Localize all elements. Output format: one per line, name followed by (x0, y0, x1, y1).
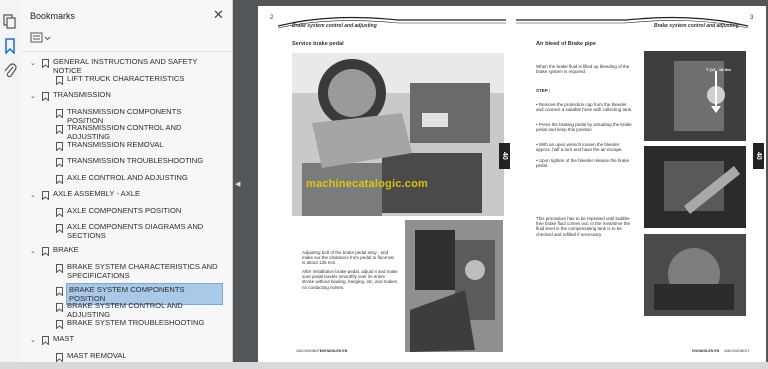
chevron-down-icon[interactable]: ⌄ (30, 191, 38, 199)
attachment-icon[interactable] (3, 63, 19, 79)
bookmark-label: TRANSMISSION REMOVAL (67, 139, 164, 149)
footer-right: HOHANN-EN EN (320, 349, 348, 353)
bookmark-item[interactable]: BRAKE SYSTEM CONTROL AND ADJUSTING (22, 300, 224, 319)
bookmark-flag-icon (56, 125, 63, 135)
bookmark-label: BRAKE SYSTEM CHARACTERISTICS AND SPECIFI… (67, 261, 218, 280)
bookmark-group[interactable]: ⌄ GENERAL INSTRUCTIONS AND SAFETY NOTICE (22, 56, 224, 75)
section-title: Air bleed of Brake pipe (536, 41, 596, 47)
footer-left: 4061/0/UNNN71 (296, 349, 322, 353)
bookmark-label: TRANSMISSION TROUBLESHOOTING (67, 156, 204, 165)
bookmark-flag-icon (42, 59, 49, 69)
closing-text: This procedure has to be repeated until … (536, 216, 631, 237)
body-text-2: After installation brake pedal, adjust i… (302, 269, 398, 290)
bookmark-item[interactable]: BRAKE SYSTEM CHARACTERISTICS AND SPECIFI… (22, 261, 224, 283)
pages-icon[interactable] (3, 14, 19, 30)
bookmark-label: MAST REMOVAL (67, 350, 127, 360)
bookmark-flag-icon (56, 207, 63, 218)
bookmark-flag-icon (56, 286, 63, 297)
bookmark-flag-icon (56, 303, 63, 313)
bookmark-list: ⌄ GENERAL INSTRUCTIONS AND SAFETY NOTICE L… (22, 52, 224, 369)
brake-release-photo (644, 234, 746, 316)
navigation-toolstrip (0, 0, 23, 369)
intro-text: When the brake fluid is filled up bleedi… (536, 64, 630, 75)
chevron-down-icon[interactable]: ⌄ (30, 336, 38, 344)
options-icon (30, 32, 51, 43)
bookmark-label: MAST (53, 334, 75, 343)
brake-pedal-photo (292, 53, 504, 216)
bookmark-item[interactable]: TRANSMISSION CONTROL AND ADJUSTING (22, 122, 224, 141)
bookmark-flag-icon (56, 108, 63, 119)
bookmark-group[interactable]: ⌄ MAST (22, 333, 224, 348)
bookmark-item[interactable]: TRANSMISSION REMOVAL (22, 139, 224, 154)
step-2: • Press the braking pedal by actuating t… (536, 122, 632, 133)
torque-label: T (12 - 18 Nm (706, 67, 731, 72)
bookmark-flag-icon (56, 141, 63, 152)
bottom-bar (0, 362, 768, 369)
bookmark-flag-icon (42, 191, 49, 201)
bookmark-flag-icon (56, 263, 63, 274)
step-label: STEP : (536, 88, 551, 93)
wrench-photo (644, 146, 746, 228)
bookmark-label: TRANSMISSION (53, 90, 111, 99)
step-1: • Remove the protection cap from the ble… (536, 102, 633, 113)
footer-right: 4061/0/UNNN71 (724, 349, 750, 353)
chevron-down-icon[interactable]: ⌄ (30, 247, 38, 255)
bookmark-flag-icon (56, 224, 63, 234)
bookmark-item[interactable]: AXLE COMPONENTS POSITION (22, 205, 224, 220)
bookmark-label: AXLE CONTROL AND ADJUSTING (67, 172, 188, 182)
page-header: Brake system control and adjusting (654, 23, 739, 29)
bookmark-item[interactable]: LIFT TRUCK CHARACTERISTICS (22, 73, 224, 88)
bookmark-label: BRAKE (53, 245, 79, 254)
bookmark-flag-icon (42, 92, 49, 102)
bookmark-label: AXLE COMPONENTS POSITION (67, 205, 182, 215)
chevron-down-icon[interactable]: ⌄ (30, 59, 38, 67)
page-number: 2 (270, 15, 274, 21)
close-icon[interactable]: ✕ (213, 8, 224, 21)
chevron-down-icon[interactable]: ⌄ (30, 92, 38, 100)
bookmark-label: AXLE COMPONENTS DIAGRAMS AND SECTIONS (67, 222, 204, 240)
bookmark-group[interactable]: ⌄ BRAKE (22, 244, 224, 259)
bookmarks-panel: Bookmarks ✕ ⌄ GENERAL INSTRUCTIONS AND SA… (22, 0, 249, 369)
bookmark-item[interactable]: AXLE COMPONENTS DIAGRAMS AND SECTIONS (22, 221, 224, 243)
bookmark-label: BRAKE SYSTEM TROUBLESHOOTING (67, 317, 205, 327)
bookmark-item[interactable]: BRAKE SYSTEM COMPONENTS POSITION (22, 282, 224, 305)
footer-left: HOHANN-EN EN (692, 349, 720, 353)
bookmark-flag-icon (56, 352, 63, 363)
page-left: 2 Brake system control and adjusting Ser… (258, 6, 512, 364)
pedal-adjust-photo (405, 220, 503, 352)
collapse-panel-icon[interactable]: ◀ (235, 180, 240, 188)
document-view[interactable]: 2 Brake system control and adjusting Ser… (242, 0, 768, 369)
bookmark-flag-icon (42, 247, 49, 257)
bookmark-flag-icon (56, 319, 63, 330)
bookmark-group[interactable]: ⌄ TRANSMISSION (22, 89, 224, 104)
bookmark-group[interactable]: ⌄ AXLE ASSEMBLY - AXLE (22, 188, 224, 203)
bookmark-item[interactable]: TRANSMISSION COMPONENTS POSITION (22, 106, 224, 125)
bookmark-options-button[interactable] (30, 31, 52, 45)
watermark: machinecatalogic.com (306, 178, 428, 190)
section-tab-left: 40 (499, 143, 510, 169)
bookmark-icon[interactable] (3, 38, 19, 54)
bookmark-item[interactable]: AXLE CONTROL AND ADJUSTING (22, 172, 224, 187)
bookmark-item[interactable]: TRANSMISSION TROUBLESHOOTING (22, 155, 224, 170)
step-3: • With an open wrench loosen the bleeder… (536, 142, 623, 153)
bookmark-label: AXLE ASSEMBLY - AXLE (53, 189, 141, 198)
section-tab-right: 40 (753, 143, 764, 169)
bookmark-flag-icon (42, 336, 49, 346)
bookmark-flag-icon (56, 158, 63, 168)
bookmark-item[interactable]: BRAKE SYSTEM TROUBLESHOOTING (22, 317, 224, 332)
page-header: Brake system control and adjusting (292, 23, 377, 29)
bookmark-label: LIFT TRUCK CHARACTERISTICS (67, 73, 185, 83)
bookmarks-title: Bookmarks (30, 11, 76, 21)
bookmark-flag-icon (56, 174, 63, 185)
bookmark-flag-icon (56, 75, 63, 86)
bleeder-photo (644, 51, 746, 141)
page-number: 3 (750, 15, 754, 21)
step-4: • Upon tighten of the bleeder release th… (536, 158, 630, 169)
body-text: Adjusting bolt of the brake pedal assy ,… (302, 250, 394, 266)
page-right: 3 Brake system control and adjusting Air… (512, 6, 766, 364)
section-title: Service brake pedal (292, 41, 344, 47)
